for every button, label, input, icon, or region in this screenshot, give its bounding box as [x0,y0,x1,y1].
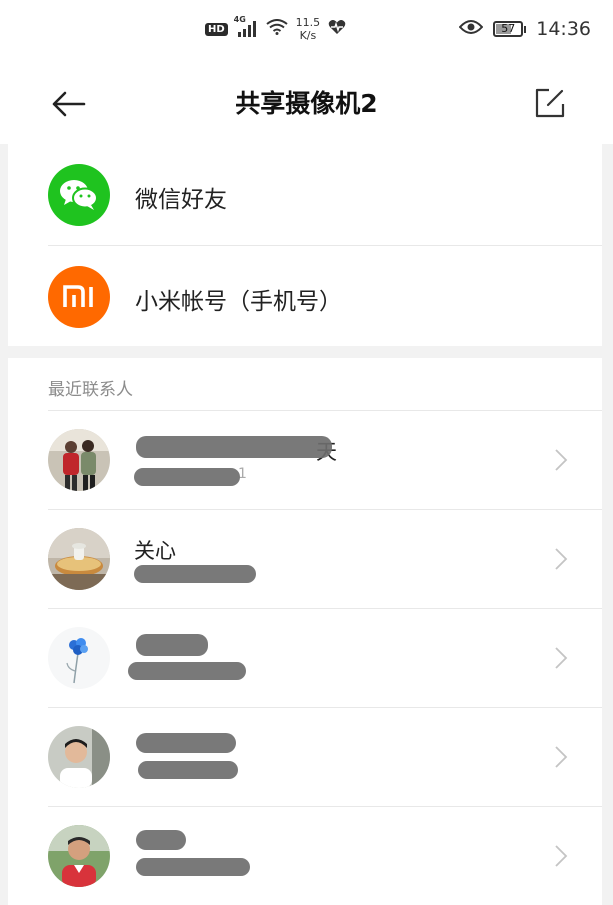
wifi-icon [266,19,288,39]
share-wechat-row[interactable]: 微信好友 [8,144,602,244]
health-icon [328,19,346,39]
divider [48,509,602,510]
contact-item[interactable] [8,707,602,806]
battery-body: 57 [493,21,524,37]
chevron-right-icon [555,845,568,867]
edit-icon [535,88,565,118]
avatar [48,627,110,689]
share-wechat-label: 微信好友 [135,187,227,213]
net-speed-value: 11.5 [295,16,321,29]
net-type: 4G [233,15,246,24]
redaction-mask [134,565,256,583]
wechat-icon [48,164,110,226]
contact-name: 关心 [134,539,176,563]
status-bar: HD 4G 11.5 K/s 57 14:36 [0,0,613,62]
chevron-right-icon [555,746,568,768]
avatar [48,726,110,788]
net-speed: 11.5 K/s [296,16,321,42]
avatar [48,825,110,887]
share-mi-account-row[interactable]: 小米帐号（手机号） [8,246,602,346]
recent-contacts-title: 最近联系人 [48,380,133,400]
contact-item[interactable]: 关心 [8,509,602,608]
chevron-right-icon [555,449,568,471]
redaction-mask [134,468,240,486]
page-title: 共享摄像机2 [235,89,378,118]
battery-level: 57 [501,22,516,35]
recent-contacts-header: 最近联系人 [8,358,602,410]
mi-logo-icon [48,266,110,328]
hd-badge: HD [205,22,228,36]
redaction-mask [136,858,250,876]
chevron-right-icon [555,548,568,570]
contact-item[interactable] [8,608,602,707]
nav-bar: 共享摄像机2 [0,62,613,144]
avatar [48,528,110,590]
eye-icon [458,19,484,39]
redaction-mask [136,830,186,850]
divider [48,707,602,708]
contact-item[interactable] [8,806,602,905]
status-right: 57 14:36 [458,18,591,40]
redaction-mask [136,733,236,753]
share-mi-account-label: 小米帐号（手机号） [135,289,342,315]
share-options-card: 微信好友 小米帐号（手机号） [8,144,602,346]
status-left: HD 4G 11.5 K/s [205,15,346,42]
chevron-right-icon [555,647,568,669]
avatar [48,429,110,491]
divider [48,806,602,807]
edit-button[interactable] [531,84,569,122]
battery-icon: 57 [493,21,527,37]
clock: 14:36 [536,18,591,40]
recent-contacts-list: 天 1 关心 [8,410,602,905]
contact-item[interactable]: 天 1 [8,410,602,509]
redaction-mask [138,761,238,779]
redaction-mask [136,436,332,458]
divider [48,608,602,609]
divider [48,410,602,411]
redaction-mask [128,662,246,680]
net-speed-unit: K/s [299,29,317,42]
signal-icon: 4G [234,15,258,37]
redaction-mask [136,634,208,656]
battery-tip [524,25,527,33]
